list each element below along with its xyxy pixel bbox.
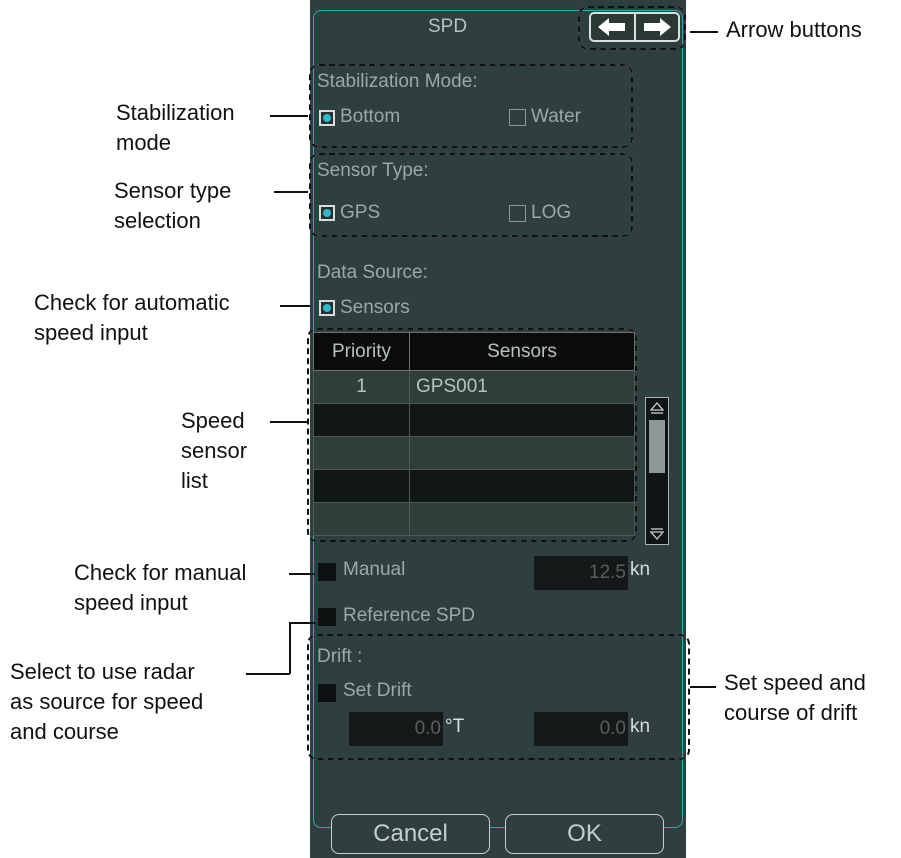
manual-speed-field[interactable]: 12.5 xyxy=(534,556,628,590)
drift-highlight xyxy=(307,634,690,760)
callout-line xyxy=(270,421,308,423)
speed-list-callout-line3: list xyxy=(181,468,208,493)
callout-line xyxy=(289,622,291,674)
callout-line xyxy=(270,115,308,117)
scroll-down-icon[interactable] xyxy=(650,526,664,540)
radar-callout-line1: Select to use radar xyxy=(10,659,195,684)
manual-label: Manual xyxy=(343,559,406,580)
sensor-type-callout-line1: Sensor type xyxy=(114,178,232,203)
automatic-callout-line1: Check for automatic xyxy=(34,290,230,315)
speed-list-callout-line1: Speed xyxy=(181,408,245,433)
callout-line xyxy=(289,622,316,624)
callout-line xyxy=(289,573,315,575)
callout-line xyxy=(690,686,716,688)
manual-checkbox[interactable] xyxy=(318,563,336,581)
sensor-list-scrollbar[interactable] xyxy=(645,397,669,545)
callout-line xyxy=(280,305,310,307)
manual-callout-line2: speed input xyxy=(74,590,188,615)
drift-callout-line1: Set speed and xyxy=(724,670,866,695)
radar-callout-line2: as source for speed xyxy=(10,689,204,714)
reference-spd-checkbox[interactable] xyxy=(318,608,336,626)
callout-line xyxy=(246,673,290,675)
sensor-list-highlight xyxy=(307,328,637,542)
radar-callout-line3: and course xyxy=(10,719,119,744)
speed-list-callout-line2: sensor xyxy=(181,438,248,463)
drift-callout-line2: course of drift xyxy=(724,700,858,725)
data-source-heading: Data Source: xyxy=(317,262,428,283)
manual-speed-unit: kn xyxy=(630,559,651,580)
dialog-title: SPD xyxy=(428,16,468,37)
manual-callout-line1: Check for manual xyxy=(74,560,247,585)
ok-button[interactable]: OK xyxy=(505,814,664,854)
sensor-type-callout-line2: selection xyxy=(114,208,201,233)
sensors-checkbox[interactable] xyxy=(319,300,335,316)
sensor-type-highlight xyxy=(309,153,633,237)
reference-spd-label: Reference SPD xyxy=(343,605,476,626)
stabilization-highlight xyxy=(309,64,633,148)
automatic-callout-line2: speed input xyxy=(34,320,148,345)
arrow-buttons-highlight xyxy=(578,6,686,50)
stabilization-callout-line1: Stabilization xyxy=(116,100,235,125)
sensors-label: Sensors xyxy=(340,297,410,318)
cancel-button[interactable]: Cancel xyxy=(331,814,490,854)
callout-line xyxy=(274,191,308,193)
scroll-thumb[interactable] xyxy=(649,420,665,473)
stabilization-callout-line2: mode xyxy=(116,130,172,155)
selected-dot-icon xyxy=(323,304,331,312)
callout-line xyxy=(690,31,718,33)
scroll-up-icon[interactable] xyxy=(650,402,664,416)
arrow-buttons-callout: Arrow buttons xyxy=(726,17,862,42)
